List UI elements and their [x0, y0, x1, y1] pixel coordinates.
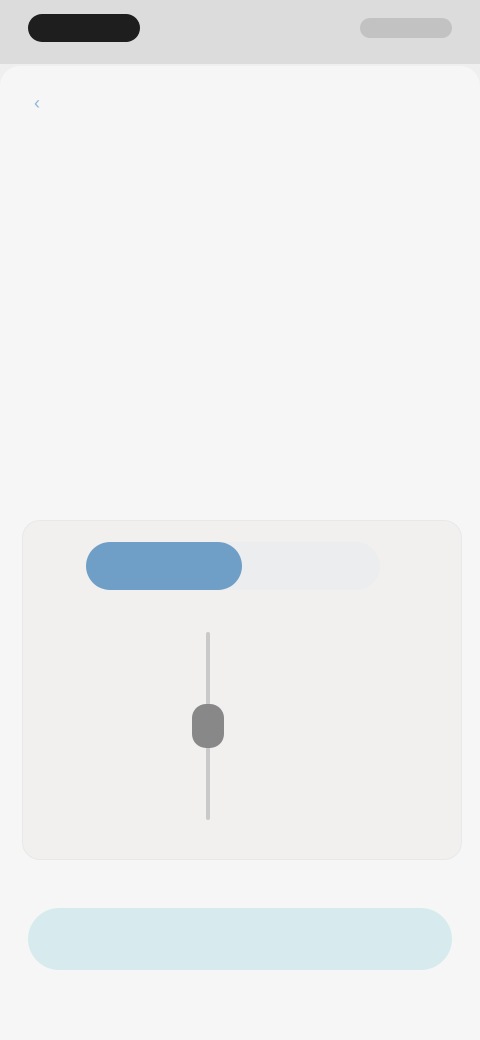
segmented-control	[86, 542, 380, 590]
detail-row-2	[34, 338, 314, 362]
back-button[interactable]: ‹	[34, 94, 104, 112]
info-link[interactable]	[34, 438, 184, 456]
details-section-label	[30, 212, 90, 232]
status-bar	[0, 0, 480, 64]
primary-button[interactable]	[28, 908, 452, 970]
segment-right[interactable]	[252, 542, 380, 590]
detail-row-3	[34, 388, 164, 412]
detail-row-1	[34, 286, 354, 310]
slider-bottom-label	[196, 780, 220, 808]
slider-value	[276, 714, 348, 736]
details-sub-label	[42, 250, 82, 266]
control-section-label	[28, 492, 88, 512]
segment-left[interactable]	[86, 542, 242, 590]
slider-thumb[interactable]	[192, 704, 224, 748]
status-icons	[360, 18, 452, 38]
status-time	[28, 14, 140, 42]
page-title	[110, 156, 372, 182]
chevron-left-icon: ‹	[34, 93, 40, 113]
